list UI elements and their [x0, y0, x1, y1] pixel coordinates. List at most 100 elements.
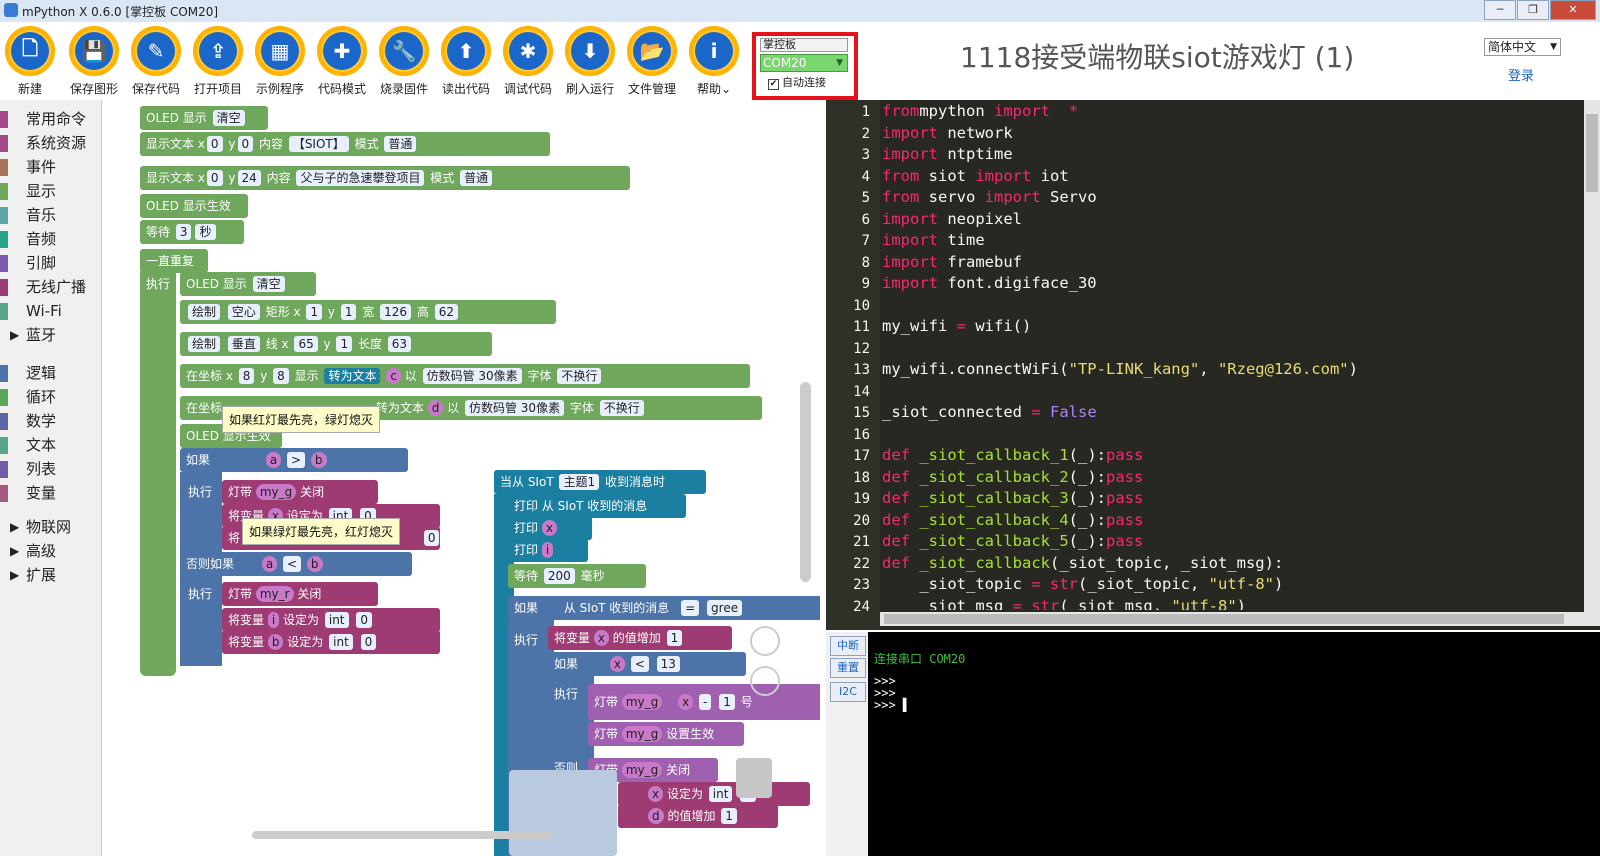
variable-b[interactable]: b	[267, 634, 284, 650]
block-field[interactable]: 1	[719, 694, 735, 710]
if-block[interactable]: 如果 a > b	[180, 448, 408, 472]
oled-clear-block[interactable]: OLED 显示 清空	[140, 106, 268, 130]
category-item[interactable]: 音乐	[0, 204, 101, 226]
variable-a[interactable]: a	[265, 452, 282, 468]
block-field[interactable]: >	[287, 452, 306, 468]
variable-i[interactable]: i	[541, 542, 554, 558]
block-field[interactable]: 200	[543, 568, 575, 584]
oled-clear-block[interactable]: OLED 显示 清空	[180, 272, 316, 296]
block-field[interactable]: 1	[666, 630, 683, 646]
block-field[interactable]: 1	[721, 808, 737, 824]
toolbar-button-0[interactable]: 🗋 新建	[0, 26, 60, 97]
forever-block[interactable]: 一直重复	[140, 249, 208, 273]
category-item[interactable]: 音频	[0, 228, 101, 250]
variable-x[interactable]: x	[541, 520, 557, 536]
trash-icon[interactable]	[736, 758, 772, 798]
block-field[interactable]: 1	[340, 304, 357, 320]
code-line[interactable]: import network	[882, 124, 1013, 142]
category-item[interactable]: ▶ 高级	[0, 540, 101, 562]
category-item[interactable]: ▶ 扩展	[0, 564, 101, 586]
variable-my-r[interactable]: my_r	[255, 586, 294, 602]
code-line[interactable]: my_wifi.connectWiFi("TP-LINK_kang", "Rze…	[882, 360, 1358, 378]
variable-x[interactable]: x	[609, 656, 625, 672]
set-var-block[interactable]: x 设定为 int 0	[618, 782, 810, 806]
block-field[interactable]: -	[699, 694, 712, 710]
scroll-thumb[interactable]	[1586, 114, 1598, 192]
toolbar-button-2[interactable]: ✎ 保存代码	[126, 26, 186, 97]
block-field[interactable]: 126	[380, 304, 412, 320]
block-field[interactable]: 0	[360, 634, 377, 650]
block-field[interactable]: 主题1	[559, 474, 600, 490]
block-field[interactable]: 不换行	[599, 400, 644, 416]
code-line[interactable]: def _siot_callback_1(_):pass	[882, 446, 1143, 464]
code-line[interactable]: import neopixel	[882, 210, 1022, 228]
comment-tooltip[interactable]: 如果红灯最先亮，绿灯熄灭	[222, 406, 381, 433]
code-line[interactable]: from siot import iot	[882, 167, 1069, 185]
category-item[interactable]: 循环	[0, 386, 101, 408]
variable-x[interactable]: x	[678, 694, 694, 710]
siot-receive-block[interactable]: 当从 SIoT 主题1 收到消息时	[494, 470, 706, 494]
block-field[interactable]: <	[283, 556, 302, 572]
category-item[interactable]: 数学	[0, 410, 101, 432]
terminal-button[interactable]: 重置	[830, 658, 866, 678]
variable-d[interactable]: d	[648, 808, 664, 824]
variable-i[interactable]: i	[267, 612, 280, 628]
block-field[interactable]: 清空	[212, 110, 245, 126]
minimize-button[interactable]: ─	[1484, 0, 1516, 20]
block-field[interactable]: 1	[336, 336, 353, 352]
block-field[interactable]: int	[708, 786, 733, 802]
code-editor[interactable]: 1 2 3 4 5 6 7 8 9 10 11 12 13 14 15 16 17 18 19 20 21 22 23 24 …	[826, 100, 1600, 630]
set-var-block[interactable]: 将变量 b 设定为 int 0	[222, 630, 440, 654]
code-line[interactable]: def _siot_callback_4(_):pass	[882, 511, 1143, 529]
block-field[interactable]: 清空	[252, 276, 285, 292]
close-button[interactable]: ✕	[1550, 0, 1596, 20]
category-item[interactable]: 引脚	[0, 252, 101, 274]
block-field[interactable]: 【SIOT】	[288, 136, 349, 152]
code-line[interactable]: import font.digiface_30	[882, 274, 1097, 292]
code-line[interactable]: _siot_connected = False	[882, 403, 1097, 421]
draw-line-block[interactable]: 绘制 垂直 线 x 65 y 1 长度 63	[180, 332, 492, 356]
set-var-block[interactable]: 将变量 i 设定为 int 0	[222, 608, 440, 632]
terminal-button[interactable]: 中断	[830, 636, 866, 656]
block-field[interactable]: =	[681, 600, 700, 616]
display-at-coord-block[interactable]: 在坐标 x 8 y 8 显示 转为文本 c 以 仿数码管 30像素 字体 不换行	[180, 364, 750, 388]
port-select[interactable]: COM20 ▼	[760, 54, 848, 72]
block-field[interactable]: 仿数码管 30像素	[422, 368, 522, 384]
block-field[interactable]: 0	[206, 170, 223, 186]
show-text-block[interactable]: 显示文本 x0 y 24 内容 父与子的急速攀登项目 模式 普通	[140, 166, 630, 190]
toolbar-button-3[interactable]: ⇪ 打开项目	[188, 26, 248, 97]
block-field[interactable]: 8	[238, 368, 255, 384]
increment-block[interactable]: d 的值增加 1	[618, 804, 778, 828]
category-item[interactable]: 逻辑	[0, 362, 101, 384]
workspace-horizontal-scrollbar[interactable]	[252, 831, 552, 839]
variable-d[interactable]: d	[427, 400, 444, 416]
print-block[interactable]: 打印 x	[508, 516, 592, 540]
code-line[interactable]: def _siot_callback_2(_):pass	[882, 468, 1143, 486]
category-item[interactable]: ▶ 蓝牙	[0, 324, 101, 346]
category-item[interactable]: 常用命令	[0, 108, 101, 130]
block-field[interactable]: 13	[656, 656, 680, 672]
print-block[interactable]: 打印 从 SIoT 收到的消息	[508, 494, 686, 518]
toolbar-button-11[interactable]: i 帮助⌄	[684, 26, 744, 97]
variable-my-g[interactable]: my_g	[621, 762, 663, 778]
category-item[interactable]: 事件	[0, 156, 101, 178]
center-icon[interactable]	[750, 626, 780, 656]
variable-my-g[interactable]: my_g	[621, 726, 663, 742]
code-line[interactable]: def _siot_callback_3(_):pass	[882, 489, 1143, 507]
block-field[interactable]: gree	[707, 600, 743, 616]
wait-block[interactable]: 等待 3秒	[140, 220, 244, 244]
category-item[interactable]: 显示	[0, 180, 101, 202]
block-field[interactable]: 63	[387, 336, 412, 352]
category-item[interactable]: ▶ 物联网	[0, 516, 101, 538]
block-field[interactable]: 垂直	[227, 336, 260, 352]
scroll-thumb[interactable]	[884, 614, 1564, 624]
strip-off-block[interactable]: 灯带 my_g 关闭	[222, 480, 378, 504]
variable-x[interactable]: x	[648, 786, 664, 802]
category-item[interactable]: Wi-Fi	[0, 300, 101, 322]
variable-x[interactable]: x	[593, 630, 609, 646]
strip-off-block[interactable]: 灯带 my_r 关闭	[222, 582, 378, 606]
strip-effect-block[interactable]: 灯带 my_g 设置生效	[588, 722, 744, 746]
block-field[interactable]: 1	[306, 304, 323, 320]
language-select[interactable]: 简体中文 ▼	[1484, 38, 1561, 56]
code-line[interactable]: _siot_msg = str(_siot_msg, "utf-8")	[882, 597, 1246, 611]
